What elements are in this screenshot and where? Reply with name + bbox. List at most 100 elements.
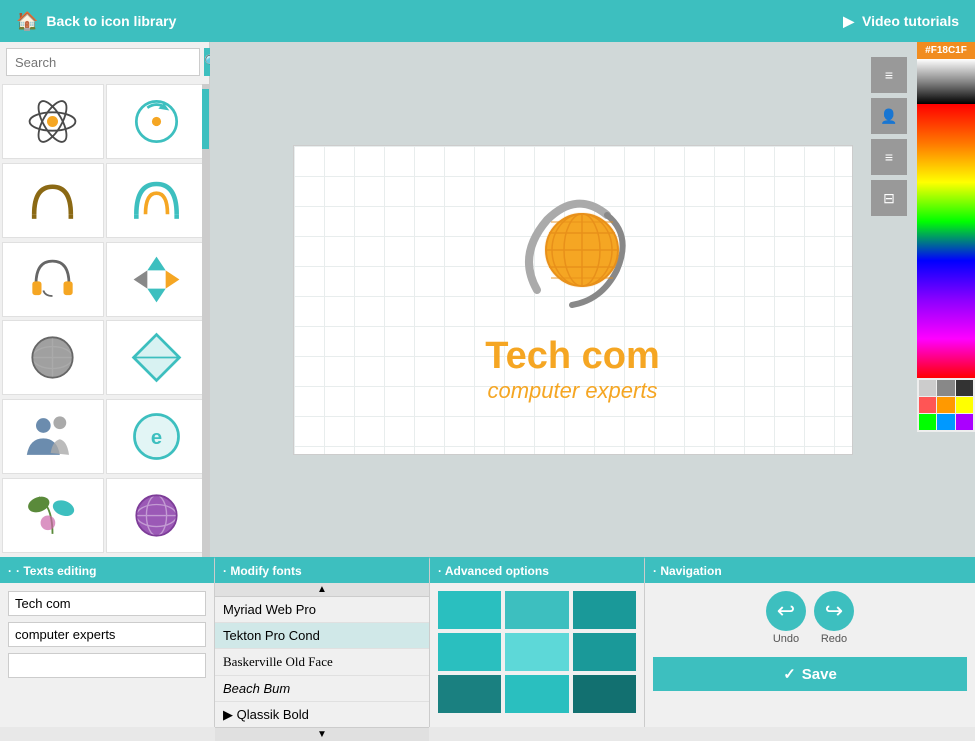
adv-swatch-4[interactable] [438, 633, 501, 671]
text-field-1[interactable] [8, 591, 206, 616]
panel-advanced-options: · Advanced options [430, 557, 645, 727]
navigation-header: · Navigation [645, 559, 975, 583]
undo-button[interactable]: ↩ Undo [766, 591, 806, 645]
redo-label: Redo [821, 633, 847, 645]
list-item[interactable] [106, 163, 208, 238]
person-view-button[interactable]: 👤 [871, 98, 907, 134]
canvas-board[interactable]: Tech com computer experts [293, 145, 853, 455]
icon-people [25, 409, 80, 464]
save-check-icon: ✓ [783, 665, 796, 683]
icon-refresh-arrow [129, 94, 184, 149]
color-swatch-red[interactable] [919, 397, 936, 413]
color-swatch-yellow[interactable] [956, 397, 973, 413]
search-bar: 🔍 [0, 42, 209, 82]
color-gradient-strip[interactable] [917, 104, 975, 378]
list-item[interactable] [2, 84, 104, 159]
canvas-logo: Tech com computer experts [485, 195, 660, 404]
adv-swatch-1[interactable] [438, 591, 501, 629]
adv-swatch-8[interactable] [505, 675, 568, 713]
icon-purple-globe [129, 488, 184, 543]
fonts-scroll-down[interactable]: ▼ [215, 727, 429, 741]
fonts-header: · Modify fonts [215, 559, 429, 583]
fonts-scroll-up[interactable]: ▲ [215, 583, 429, 597]
texts-editing-header: · · Texts editing [0, 559, 214, 583]
list-item[interactable] [2, 242, 104, 317]
adv-swatch-9[interactable] [573, 675, 636, 713]
advanced-color-swatches [430, 583, 644, 721]
back-to-library-button[interactable]: 🏠 Back to icon library [16, 11, 176, 32]
icon-grid: e [0, 82, 209, 557]
icon-globe-grey [25, 330, 80, 385]
color-swatch-dark[interactable] [956, 380, 973, 396]
nav-actions: ↩ Undo ↪ Redo [645, 583, 975, 653]
redo-button[interactable]: ↪ Redo [814, 591, 854, 645]
color-swatch-blue[interactable] [937, 414, 954, 430]
canvas-text-main: Tech com [485, 335, 660, 378]
list-item[interactable] [106, 242, 208, 317]
list-item[interactable] [2, 320, 104, 395]
undo-label: Undo [773, 633, 799, 645]
video-icon: ▶ [843, 13, 854, 30]
main-layout: 🔍 [0, 42, 975, 557]
color-swatch-white[interactable] [919, 380, 936, 396]
panel-texts-editing: · · Texts editing [0, 557, 215, 727]
list-item[interactable]: e [106, 399, 208, 474]
color-swatch-green[interactable] [919, 414, 936, 430]
canvas-text-sub: computer experts [488, 378, 658, 404]
scroll-thumb [202, 89, 209, 149]
list-item[interactable] [106, 84, 208, 159]
adv-swatch-3[interactable] [573, 591, 636, 629]
texts-editing-icon: · [8, 564, 12, 578]
header: 🏠 Back to icon library ▶ Video tutorials [0, 0, 975, 42]
back-label: Back to icon library [46, 13, 176, 29]
layers-button[interactable]: ⊟ [871, 180, 907, 216]
icon-arrows [129, 252, 184, 307]
icon-e-circle: e [129, 409, 184, 464]
save-button[interactable]: ✓ ✓ Save Save [653, 657, 967, 691]
back-arrow-icon: 🏠 [16, 11, 38, 32]
video-label: Video tutorials [862, 13, 959, 29]
video-tutorials-button[interactable]: ▶ Video tutorials [843, 13, 959, 30]
color-swatch-purple[interactable] [956, 414, 973, 430]
list-item[interactable] [2, 163, 104, 238]
list-item[interactable] [2, 399, 104, 474]
adv-swatch-2[interactable] [505, 591, 568, 629]
list-icon: ≡ [885, 67, 893, 83]
font-item-tekton[interactable]: Tekton Pro Cond [215, 623, 429, 649]
icon-arch-blue [129, 173, 184, 228]
redo-icon: ↪ [814, 591, 854, 631]
text-field-3[interactable] [8, 653, 206, 678]
color-swatches-grid [917, 378, 975, 432]
font-item-beach-bum[interactable]: Beach Bum [215, 676, 429, 702]
layers-icon: ⊟ [883, 190, 895, 207]
text-align-button[interactable]: ≡ [871, 139, 907, 175]
advanced-header: · Advanced options [430, 559, 644, 583]
grey-scale-strip[interactable] [917, 59, 975, 104]
adv-swatch-7[interactable] [438, 675, 501, 713]
texts-editing-content [0, 583, 214, 686]
bottom-panels: · · Texts editing · Modify fonts ▲ Myria… [0, 557, 975, 727]
left-sidebar: 🔍 [0, 42, 210, 557]
text-field-2[interactable] [8, 622, 206, 647]
list-item[interactable] [106, 478, 208, 553]
color-swatch-orange[interactable] [937, 397, 954, 413]
align-icon: ≡ [885, 149, 893, 165]
logo-globe-icon [507, 195, 637, 325]
icon-headphones [25, 252, 80, 307]
person-icon: 👤 [880, 108, 897, 125]
adv-swatch-5[interactable] [505, 633, 568, 671]
font-item-baskerville[interactable]: Baskerville Old Face [215, 649, 429, 676]
color-hex-display: #F18C1F [917, 42, 975, 59]
font-item-qlassik[interactable]: ▶ Qlassik Bold [215, 702, 429, 727]
canvas-toolbar: ≡ 👤 ≡ ⊟ [871, 57, 907, 216]
adv-swatch-6[interactable] [573, 633, 636, 671]
list-item[interactable] [106, 320, 208, 395]
font-item-myriad[interactable]: Myriad Web Pro [215, 597, 429, 623]
list-view-button[interactable]: ≡ [871, 57, 907, 93]
list-item[interactable] [2, 478, 104, 553]
canvas-area: Tech com computer experts ≡ 👤 ≡ ⊟ [210, 42, 975, 557]
canvas-text-black: Tech [485, 335, 581, 377]
search-input[interactable] [6, 48, 200, 76]
color-swatch-grey[interactable] [937, 380, 954, 396]
sidebar-scrollbar[interactable] [202, 84, 209, 557]
